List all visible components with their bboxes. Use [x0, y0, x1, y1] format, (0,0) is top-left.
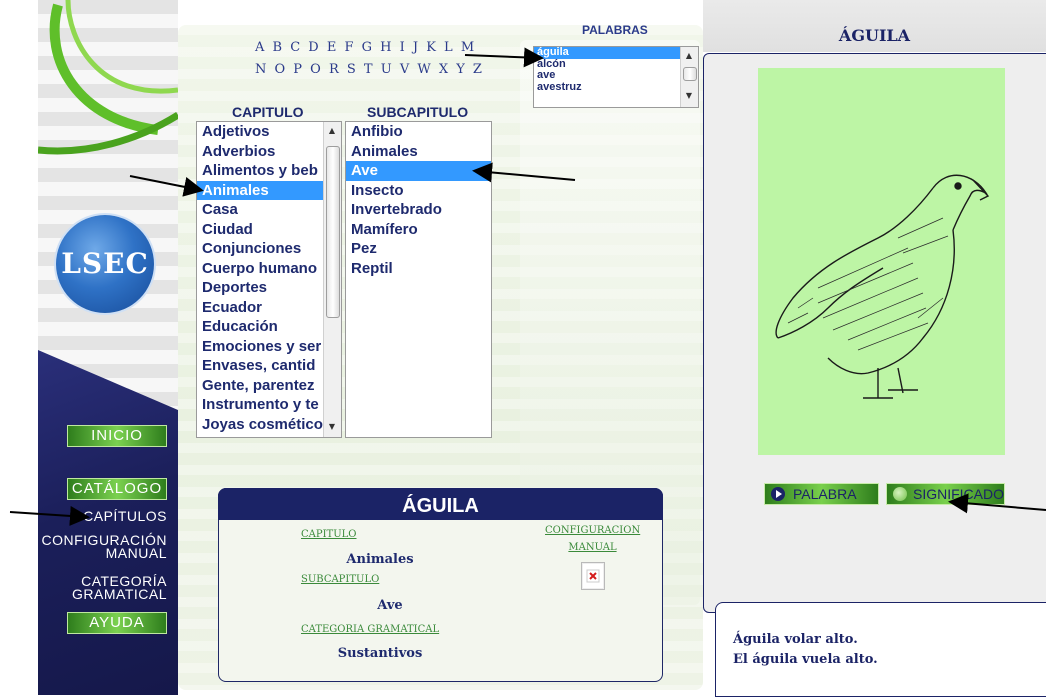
subchapter-list-item[interactable]: Anfibio [346, 122, 491, 142]
subchapter-list-item[interactable]: Pez [346, 239, 491, 259]
chapter-scroll-thumb[interactable] [326, 146, 340, 318]
alphabet-row-1[interactable]: A B C D E F G H I J K L M [255, 40, 476, 55]
words-items: águila alcón ave avestruz [534, 47, 698, 93]
nav-ayuda-button[interactable]: AYUDA [67, 612, 167, 634]
chapter-list-item[interactable]: Alimentos y beb [197, 161, 323, 181]
subchapter-list-item[interactable]: Invertebrado [346, 200, 491, 220]
chapter-items: Adjetivos Adverbios Alimentos y beb Animale… [197, 122, 323, 434]
nav-catalogo-button[interactable]: CATÁLOGO [67, 478, 167, 500]
word-info-title: ÁGUILA [218, 488, 663, 520]
configuracion-manual-link[interactable]: CONFIGURACION MANUAL [545, 522, 640, 556]
nav-categoria-line2: GRAMATICAL [72, 586, 167, 602]
scroll-up-icon[interactable]: ▲ [681, 51, 697, 60]
subchapter-items: Anfibio Animales Ave Insecto Invertebrado Mam… [346, 122, 491, 278]
scroll-up-icon[interactable]: ▲ [324, 126, 340, 135]
example-sentence-box [715, 602, 1046, 697]
sign-image [758, 68, 1005, 455]
chapter-list-item[interactable]: Conjunciones [197, 239, 323, 259]
subchapter-list-item[interactable]: Mamífero [346, 220, 491, 240]
word-list-item[interactable]: alcón [534, 58, 698, 71]
words-listbox[interactable]: águila alcón ave avestruz ▲ ▼ [533, 46, 699, 108]
scroll-down-icon[interactable]: ▼ [681, 91, 697, 100]
significado-button[interactable]: SIGNIFICADO [886, 483, 1005, 505]
chapter-list-item[interactable]: Envases, cantid [197, 356, 323, 376]
word-detail-title: ÁGUILA [838, 26, 911, 45]
example-line-1: Águila volar alto. [733, 632, 858, 647]
words-scrollbar[interactable]: ▲ ▼ [680, 47, 698, 107]
scroll-down-icon[interactable]: ▼ [324, 422, 340, 431]
chapter-listbox[interactable]: Adjetivos Adverbios Alimentos y beb Animale… [196, 121, 342, 438]
words-title: PALABRAS [582, 23, 648, 37]
palabra-button-label: PALABRA [793, 486, 857, 502]
word-list-item[interactable]: avestruz [534, 81, 698, 94]
subchapter-column-title: SUBCAPITULO [367, 104, 469, 120]
categoria-value: Sustantivos [337, 646, 423, 661]
chapter-list-item[interactable]: Ciudad [197, 220, 323, 240]
categoria-link[interactable]: CATEGORIA GRAMATICAL [301, 624, 439, 635]
chapter-column-title: CAPITULO [232, 104, 304, 120]
configuracion-line2: MANUAL [568, 542, 617, 553]
subcapitulo-link[interactable]: SUBCAPITULO [301, 574, 379, 585]
chapter-list-item[interactable]: Ecuador [197, 298, 323, 318]
subcapitulo-value: Ave [377, 598, 403, 613]
subchapter-list-item[interactable]: Insecto [346, 181, 491, 201]
capitulo-value: Animales [346, 552, 414, 567]
configuracion-line1: CONFIGURACION [545, 525, 641, 536]
nav-configuracion-link[interactable]: CONFIGURACIÓN MANUAL [40, 533, 167, 561]
configuration-image [581, 562, 605, 590]
chapter-list-item[interactable]: Adjetivos [197, 122, 323, 142]
subchapter-list-item[interactable]: Reptil [346, 259, 491, 279]
nav-inicio-button[interactable]: INICIO [67, 425, 167, 447]
chapter-scrollbar[interactable]: ▲ ▼ [323, 122, 341, 437]
chapter-list-item[interactable]: Emociones y ser [197, 337, 323, 357]
play-icon [771, 487, 785, 501]
chapter-list-item[interactable]: Gente, parentez [197, 376, 323, 396]
nav-capitulos-link[interactable]: CAPÍTULOS [60, 509, 167, 523]
word-list-item[interactable]: águila [534, 47, 698, 59]
alphabet-row-2[interactable]: N O P O R S T U V W X Y Z [255, 62, 484, 77]
broken-image-icon [586, 569, 600, 583]
chapter-list-item[interactable]: Casa [197, 200, 323, 220]
example-line-2: El águila vuela alto. [733, 652, 878, 667]
subchapter-list-item[interactable]: Ave [346, 161, 491, 181]
chapter-list-item[interactable]: Educación [197, 317, 323, 337]
chapter-list-item[interactable]: Joyas cosmético [197, 415, 323, 435]
chapter-list-item[interactable]: Cuerpo humano [197, 259, 323, 279]
decorative-swirl [38, 0, 178, 155]
nav-categoria-link[interactable]: CATEGORÍA GRAMATICAL [40, 574, 167, 602]
significado-button-label: SIGNIFICADO [913, 486, 1005, 502]
words-scroll-thumb[interactable] [683, 67, 697, 81]
subchapter-listbox[interactable]: Anfibio Animales Ave Insecto Invertebrado Mam… [345, 121, 492, 438]
word-list-item[interactable]: ave [534, 69, 698, 82]
chapter-list-item[interactable]: Animales [197, 180, 323, 200]
nav-configuracion-line2: MANUAL [105, 545, 167, 561]
chapter-list-item[interactable]: Adverbios [197, 142, 323, 162]
capitulo-link[interactable]: CAPITULO [301, 529, 357, 540]
eagle-illustration-icon [775, 174, 990, 399]
lsec-logo-text: LSEC [61, 247, 149, 280]
subchapter-list-item[interactable]: Animales [346, 142, 491, 162]
chapter-list-item[interactable]: Instrumento y te [197, 395, 323, 415]
chapter-list-item[interactable]: Deportes [197, 278, 323, 298]
palabra-button[interactable]: PALABRA [764, 483, 879, 505]
bullet-icon [893, 487, 907, 501]
